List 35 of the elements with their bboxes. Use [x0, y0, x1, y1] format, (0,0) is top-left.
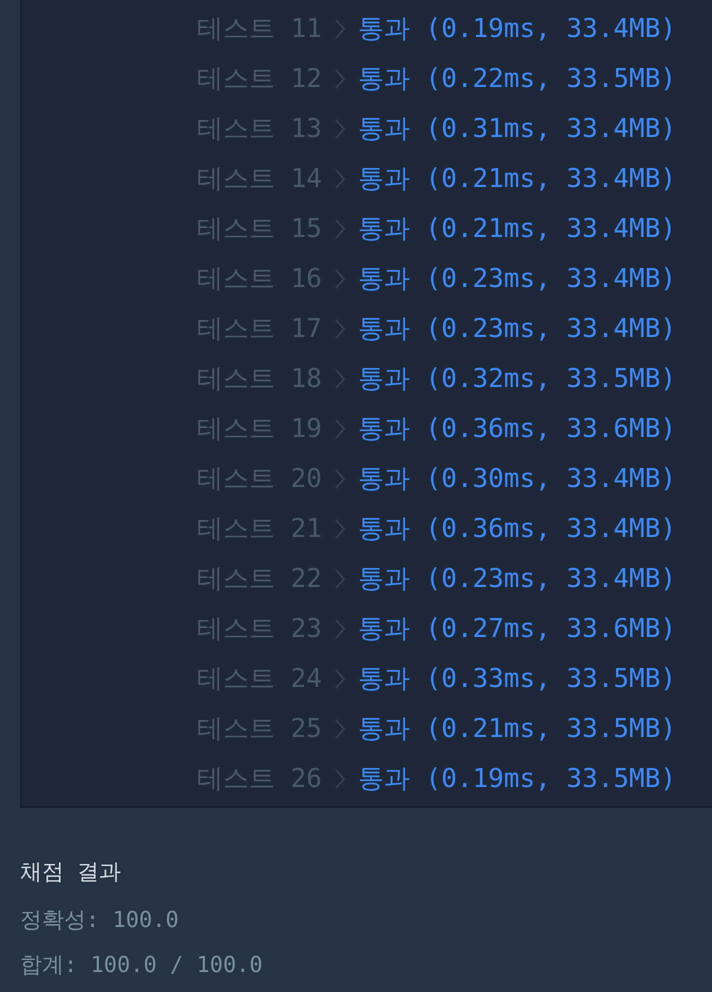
chevron-icon	[334, 617, 346, 641]
test-result: 통과 (0.19ms, 33.4MB)	[358, 12, 676, 46]
test-result: 통과 (0.36ms, 33.4MB)	[358, 512, 676, 546]
chevron-icon	[334, 767, 346, 791]
chevron-icon	[334, 217, 346, 241]
test-result: 통과 (0.32ms, 33.5MB)	[358, 362, 676, 396]
chevron-icon	[334, 467, 346, 491]
chevron-icon	[334, 267, 346, 291]
score-line: 합계: 100.0 / 100.0	[20, 952, 264, 980]
chevron-icon	[334, 667, 346, 691]
chevron-icon	[334, 417, 346, 441]
test-result: 통과 (0.21ms, 33.4MB)	[358, 162, 676, 196]
chevron-icon	[334, 17, 346, 41]
test-result: 통과 (0.36ms, 33.6MB)	[358, 412, 676, 446]
section-title: 채점 결과	[20, 859, 122, 887]
test-result: 통과 (0.31ms, 33.4MB)	[358, 112, 676, 146]
test-result: 통과 (0.23ms, 33.4MB)	[358, 262, 676, 296]
chevron-icon	[334, 317, 346, 341]
chevron-icon	[334, 367, 346, 391]
chevron-icon	[334, 67, 346, 91]
chevron-icon	[334, 167, 346, 191]
chevron-icon	[334, 717, 346, 741]
test-result: 통과 (0.33ms, 33.5MB)	[358, 662, 676, 696]
test-result: 통과 (0.21ms, 33.4MB)	[358, 212, 676, 246]
test-result: 통과 (0.22ms, 33.5MB)	[358, 62, 676, 96]
chevron-icon	[334, 517, 346, 541]
chevron-icon	[334, 117, 346, 141]
test-result: 통과 (0.19ms, 33.5MB)	[358, 762, 676, 796]
test-result: 통과 (0.27ms, 33.6MB)	[358, 612, 676, 646]
test-result: 통과 (0.23ms, 33.4MB)	[358, 312, 676, 346]
score-line: 정확성: 100.0	[20, 907, 180, 935]
test-result: 통과 (0.30ms, 33.4MB)	[358, 462, 676, 496]
test-result: 통과 (0.23ms, 33.4MB)	[358, 562, 676, 596]
test-result: 통과 (0.21ms, 33.5MB)	[358, 712, 676, 746]
chevron-icon	[334, 567, 346, 591]
